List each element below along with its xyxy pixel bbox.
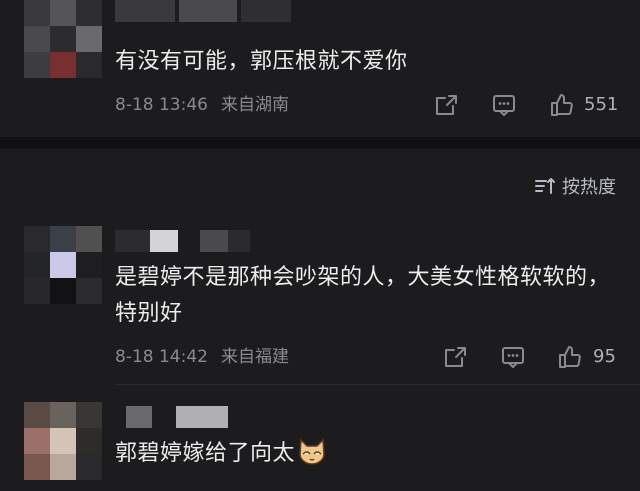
username[interactable] [126,406,236,428]
comment-icon[interactable] [491,93,517,117]
comment-text: 郭碧婷嫁给了向太 [115,436,622,472]
thumbs-up-icon[interactable] [557,345,583,369]
comment-item: 郭碧婷嫁给了向太 [0,398,640,491]
share-icon[interactable] [433,93,459,117]
comment-item: 是碧婷不是那种会吵架的人，大美女性格软软的，特别好 8-18 14:42 来自福… [0,222,640,382]
sort-by-hot-button[interactable]: 按热度 [534,172,616,200]
share-icon[interactable] [442,345,468,369]
cat-face-emoji [297,436,327,466]
avatar[interactable] [24,402,102,480]
comment-item: 有没有可能，郭压根就不爱你 8-18 13:46 来自湖南 551 [0,0,640,140]
comment-text: 有没有可能，郭压根就不爱你 [115,49,408,74]
comment-icon[interactable] [500,345,526,369]
comment-text: 是碧婷不是那种会吵架的人，大美女性格软软的，特别好 [115,265,611,326]
comment-time: 8-18 14:42 [115,347,208,367]
comment-meta: 8-18 13:46 来自湖南 551 [115,91,640,119]
thumbs-up-icon[interactable] [549,93,575,117]
username[interactable] [115,230,265,252]
avatar[interactable] [24,0,102,78]
username[interactable] [115,0,295,22]
comment-time: 8-18 13:46 [115,95,208,115]
comment-separator [115,384,640,385]
section-divider [0,137,640,149]
comment-text-content: 郭碧婷嫁给了向太 [115,441,296,466]
comment-location: 来自福建 [221,347,289,367]
comment-meta: 8-18 14:42 来自福建 95 [115,343,640,371]
like-count: 551 [584,94,619,115]
like-count: 95 [593,346,616,367]
sort-icon [535,178,555,194]
sort-label: 按热度 [562,177,616,198]
sort-bar: 按热度 [0,152,640,208]
comment-location: 来自湖南 [221,95,289,115]
avatar[interactable] [24,226,102,304]
